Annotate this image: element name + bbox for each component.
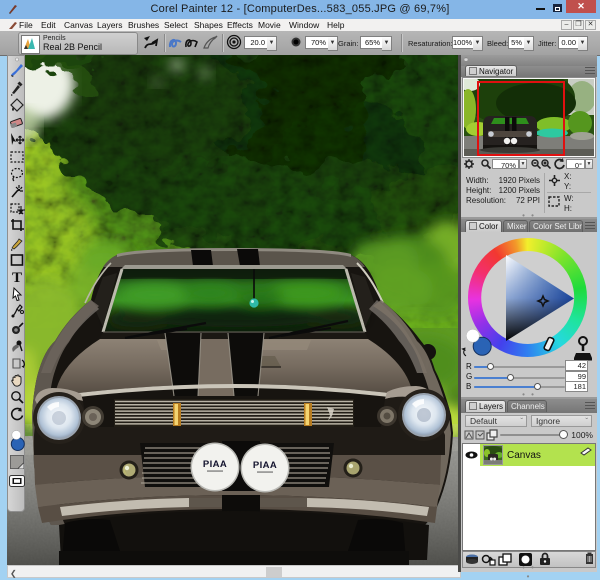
- svg-text:PIAA: PIAA: [203, 459, 227, 470]
- svg-text:T: T: [12, 270, 22, 286]
- svg-text:PIAA: PIAA: [253, 460, 277, 471]
